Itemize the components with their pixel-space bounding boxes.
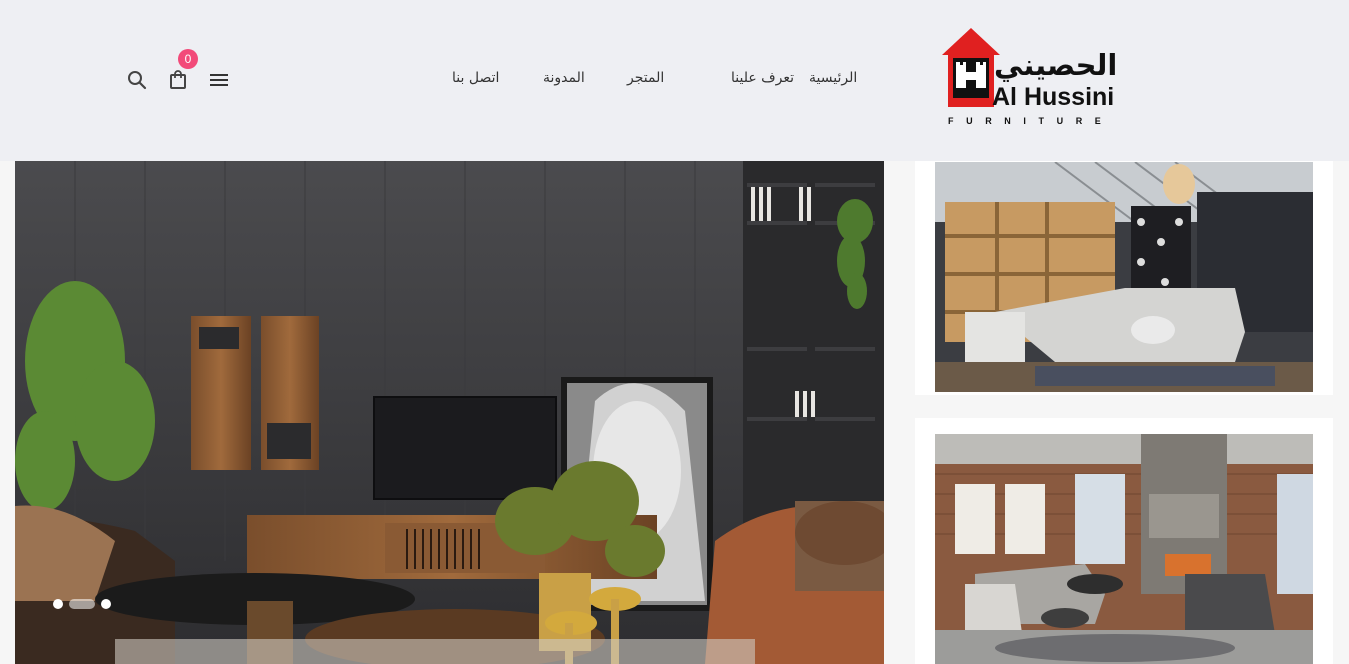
promo-image-bottom[interactable] [935, 434, 1313, 664]
search-icon[interactable] [127, 70, 147, 90]
promo-card-bottom[interactable] [915, 418, 1333, 664]
slider-pagination [53, 599, 111, 609]
nav-item-home[interactable]: الرئيسية [809, 70, 857, 86]
nav-item-contact[interactable]: اتصل بنا [452, 70, 499, 86]
brand-name-arabic: الحصيني [994, 48, 1118, 82]
nav-item-blog[interactable]: المدونة [543, 70, 585, 86]
brand-tagline: FURNITURE [948, 116, 1114, 126]
slider-dot[interactable] [53, 599, 63, 609]
showroom-image [935, 162, 1313, 392]
loft-living-room-image [935, 434, 1313, 664]
promo-card-top[interactable] [915, 161, 1333, 395]
nav-item-shop[interactable]: المتجر [627, 70, 664, 86]
cart-count-badge[interactable]: 0 [178, 49, 198, 69]
nav-item-about[interactable]: تعرف علينا [731, 70, 794, 86]
shopping-bag-icon[interactable] [169, 70, 187, 90]
site-header: الحصيني Al Hussini FURNITURE الرئيسية تع… [0, 0, 1349, 161]
slider-dot-active[interactable] [69, 599, 95, 609]
promo-image-top[interactable] [935, 162, 1313, 392]
menu-icon[interactable] [210, 72, 228, 88]
slider-dot[interactable] [101, 599, 111, 609]
hero-image [15, 161, 884, 664]
hero-slider[interactable] [15, 161, 884, 664]
brand-logo[interactable]: الحصيني Al Hussini FURNITURE [942, 28, 1138, 128]
brand-name-english: Al Hussini [992, 83, 1115, 111]
